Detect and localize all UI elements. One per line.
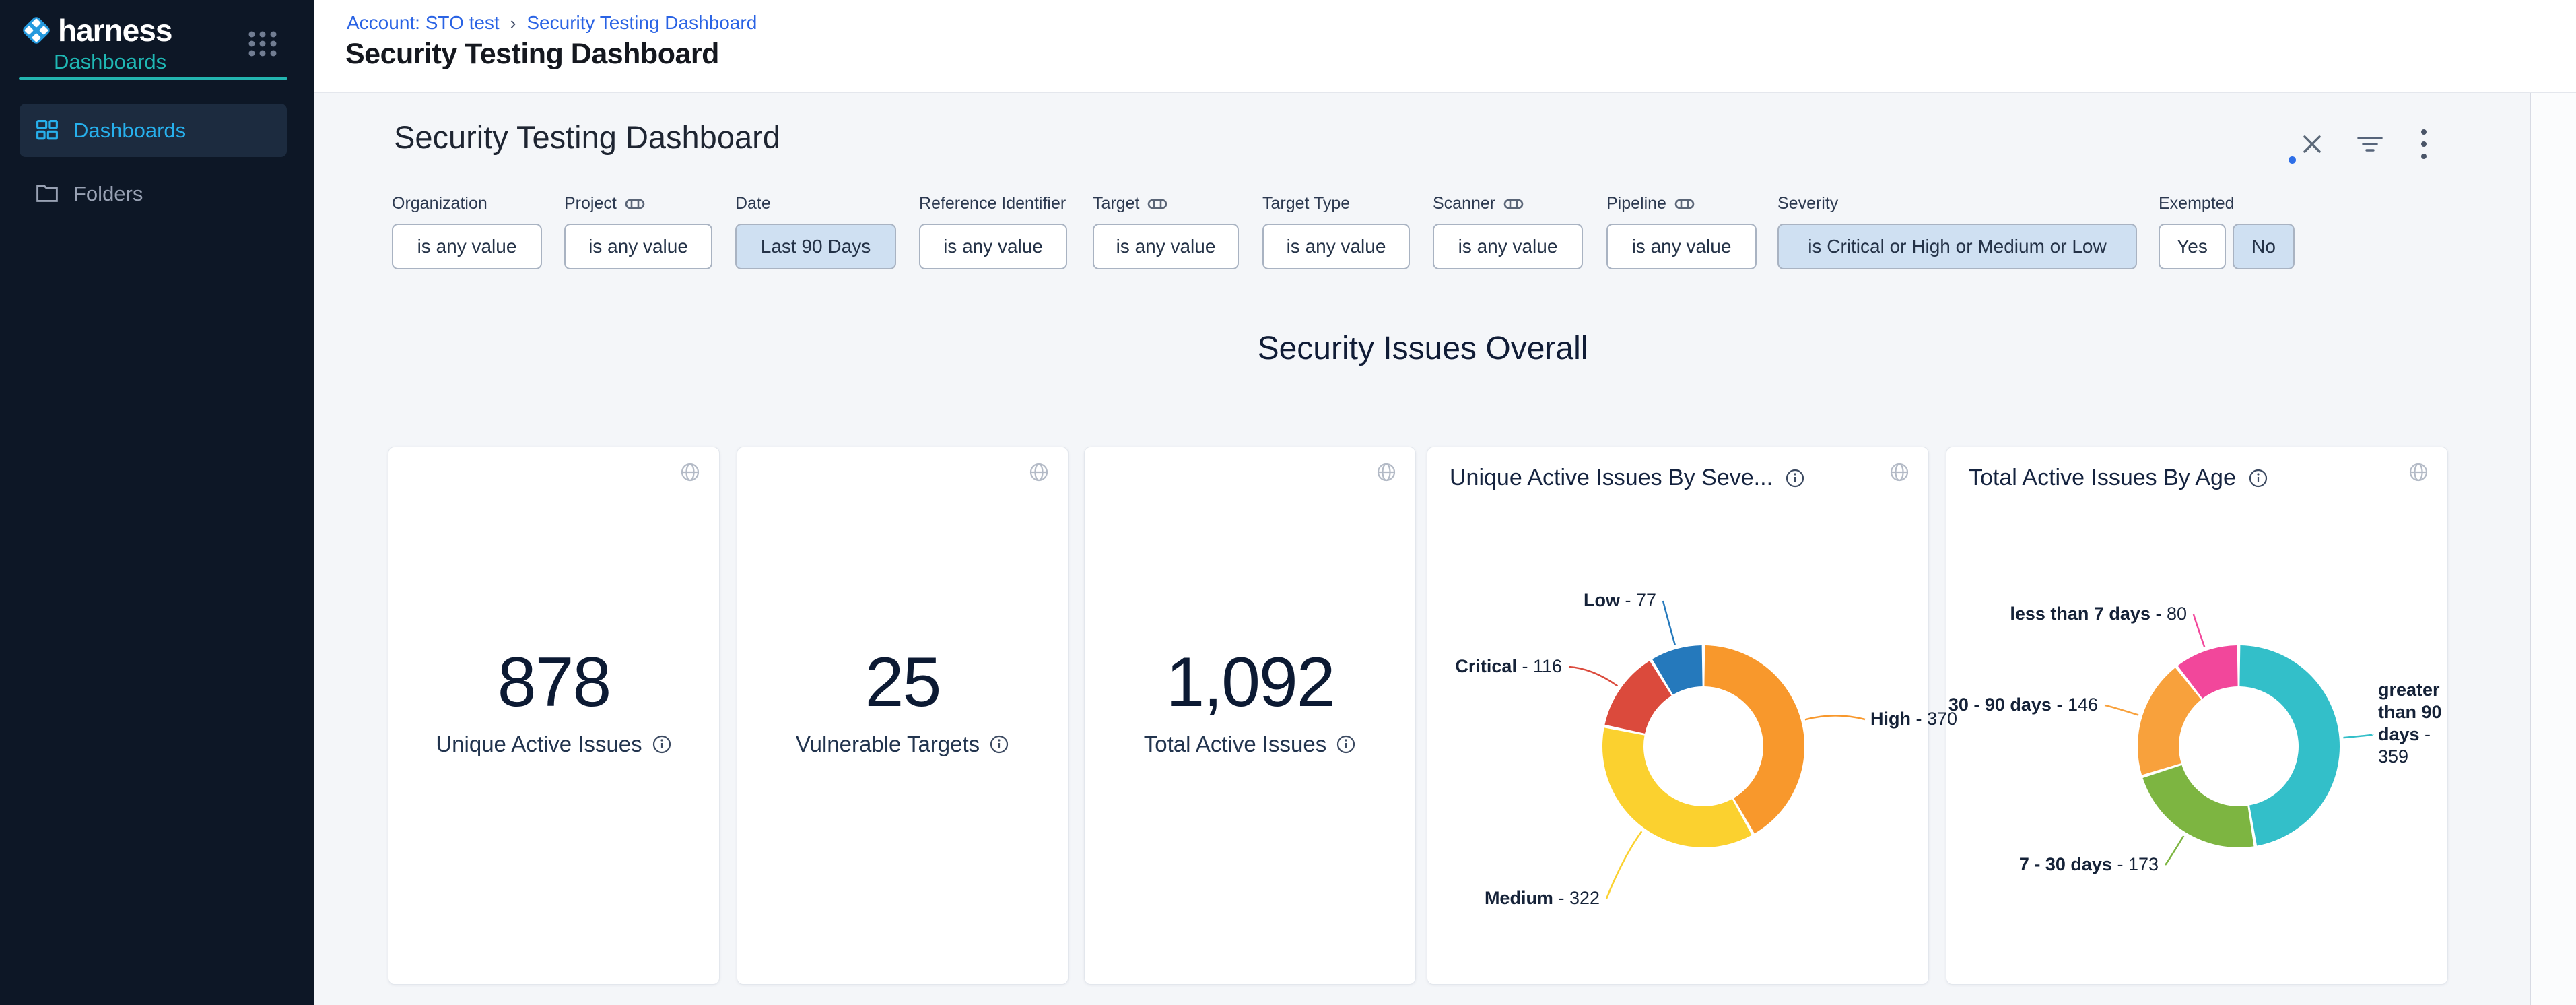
chart-card-issues-by-severity: Unique Active Issues By Seve... [1427, 447, 1929, 985]
scrollbar-track[interactable] [2530, 0, 2576, 1005]
link-icon [1674, 197, 1695, 212]
filter-target-type[interactable]: is any value [1262, 224, 1410, 269]
chart-title: Total Active Issues By Age [1969, 465, 2268, 491]
section-title: Security Issues Overall [314, 330, 2531, 367]
product-label: Dashboards [54, 50, 166, 74]
filter-label-project: Project [564, 194, 645, 214]
filter-scanner[interactable]: is any value [1433, 224, 1583, 269]
stat-value: 878 [388, 643, 719, 723]
filter-label-pipeline: Pipeline [1606, 194, 1695, 214]
info-icon[interactable] [989, 734, 1009, 754]
breadcrumb-separator: › [510, 13, 516, 34]
top-header: Account: STO test › Security Testing Das… [314, 0, 2576, 93]
stat-card-vulnerable-targets: 25 Vulnerable Targets [737, 447, 1069, 985]
filter-icon[interactable] [2351, 125, 2389, 163]
stat-value: 1,092 [1085, 643, 1415, 723]
filter-severity[interactable]: is Critical or High or Medium or Low [1777, 224, 2137, 269]
sidebar-item-folders[interactable]: Folders [20, 167, 287, 220]
globe-icon[interactable] [1029, 462, 1049, 482]
filter-exempted-yes[interactable]: Yes [2159, 224, 2226, 269]
stat-card-unique-active-issues: 878 Unique Active Issues [388, 447, 720, 985]
breadcrumb: Account: STO test › Security Testing Das… [347, 12, 757, 34]
stat-value: 25 [737, 643, 1068, 723]
filter-label-target-type: Target Type [1262, 194, 1350, 214]
breadcrumb-page-link[interactable]: Security Testing Dashboard [527, 12, 757, 34]
dashboard-title: Security Testing Dashboard [394, 119, 780, 156]
info-icon[interactable] [1785, 468, 1805, 488]
link-icon [1503, 197, 1524, 212]
filter-project[interactable]: is any value [564, 224, 712, 269]
filter-label-severity: Severity [1777, 194, 1838, 214]
sidebar: harness Dashboards Dashboards Folders [0, 0, 314, 1005]
sidebar-item-label: Folders [73, 182, 143, 206]
globe-icon[interactable] [1889, 462, 1909, 482]
stat-card-total-active-issues: 1,092 Total Active Issues [1084, 447, 1416, 985]
globe-icon[interactable] [680, 462, 700, 482]
stat-label: Vulnerable Targets [737, 732, 1068, 757]
info-icon[interactable] [2248, 468, 2268, 488]
page-title: Security Testing Dashboard [345, 38, 719, 71]
link-icon [625, 197, 645, 212]
sidebar-item-dashboards[interactable]: Dashboards [20, 104, 287, 157]
brand-divider [19, 77, 287, 80]
filter-organization[interactable]: is any value [392, 224, 542, 269]
filter-reference-identifier[interactable]: is any value [919, 224, 1067, 269]
filter-label-organization: Organization [392, 194, 487, 214]
sidebar-item-label: Dashboards [73, 119, 186, 143]
kebab-menu-icon[interactable] [2405, 125, 2443, 163]
close-icon[interactable] [2293, 125, 2331, 163]
chart-title: Unique Active Issues By Seve... [1450, 465, 1805, 491]
filter-label-reference-identifier: Reference Identifier [919, 194, 1066, 214]
app-switcher-icon[interactable] [248, 30, 277, 61]
filter-exempted-no[interactable]: No [2233, 224, 2295, 269]
globe-icon[interactable] [2408, 462, 2429, 482]
harness-logo-icon [19, 13, 54, 48]
cursor-dot [2289, 156, 2296, 164]
info-icon[interactable] [1336, 734, 1356, 754]
chart-card-issues-by-age: Total Active Issues By Age [1946, 447, 2448, 985]
filter-label-target: Target [1093, 194, 1167, 214]
filter-label-scanner: Scanner [1433, 194, 1524, 214]
harness-logo[interactable]: harness [19, 12, 172, 48]
filter-date[interactable]: Last 90 Days [735, 224, 896, 269]
stat-label: Total Active Issues [1085, 732, 1415, 757]
brand-wordmark: harness [58, 12, 172, 48]
dashboards-icon [36, 119, 59, 142]
filter-label-exempted: Exempted [2159, 194, 2235, 214]
link-icon [1147, 197, 1167, 212]
info-icon[interactable] [652, 734, 672, 754]
folder-icon [36, 183, 59, 205]
stat-label: Unique Active Issues [388, 732, 719, 757]
filter-label-date: Date [735, 194, 771, 214]
breadcrumb-account-link[interactable]: Account: STO test [347, 12, 500, 34]
filter-pipeline[interactable]: is any value [1606, 224, 1757, 269]
globe-icon[interactable] [1376, 462, 1396, 482]
filter-target[interactable]: is any value [1093, 224, 1239, 269]
